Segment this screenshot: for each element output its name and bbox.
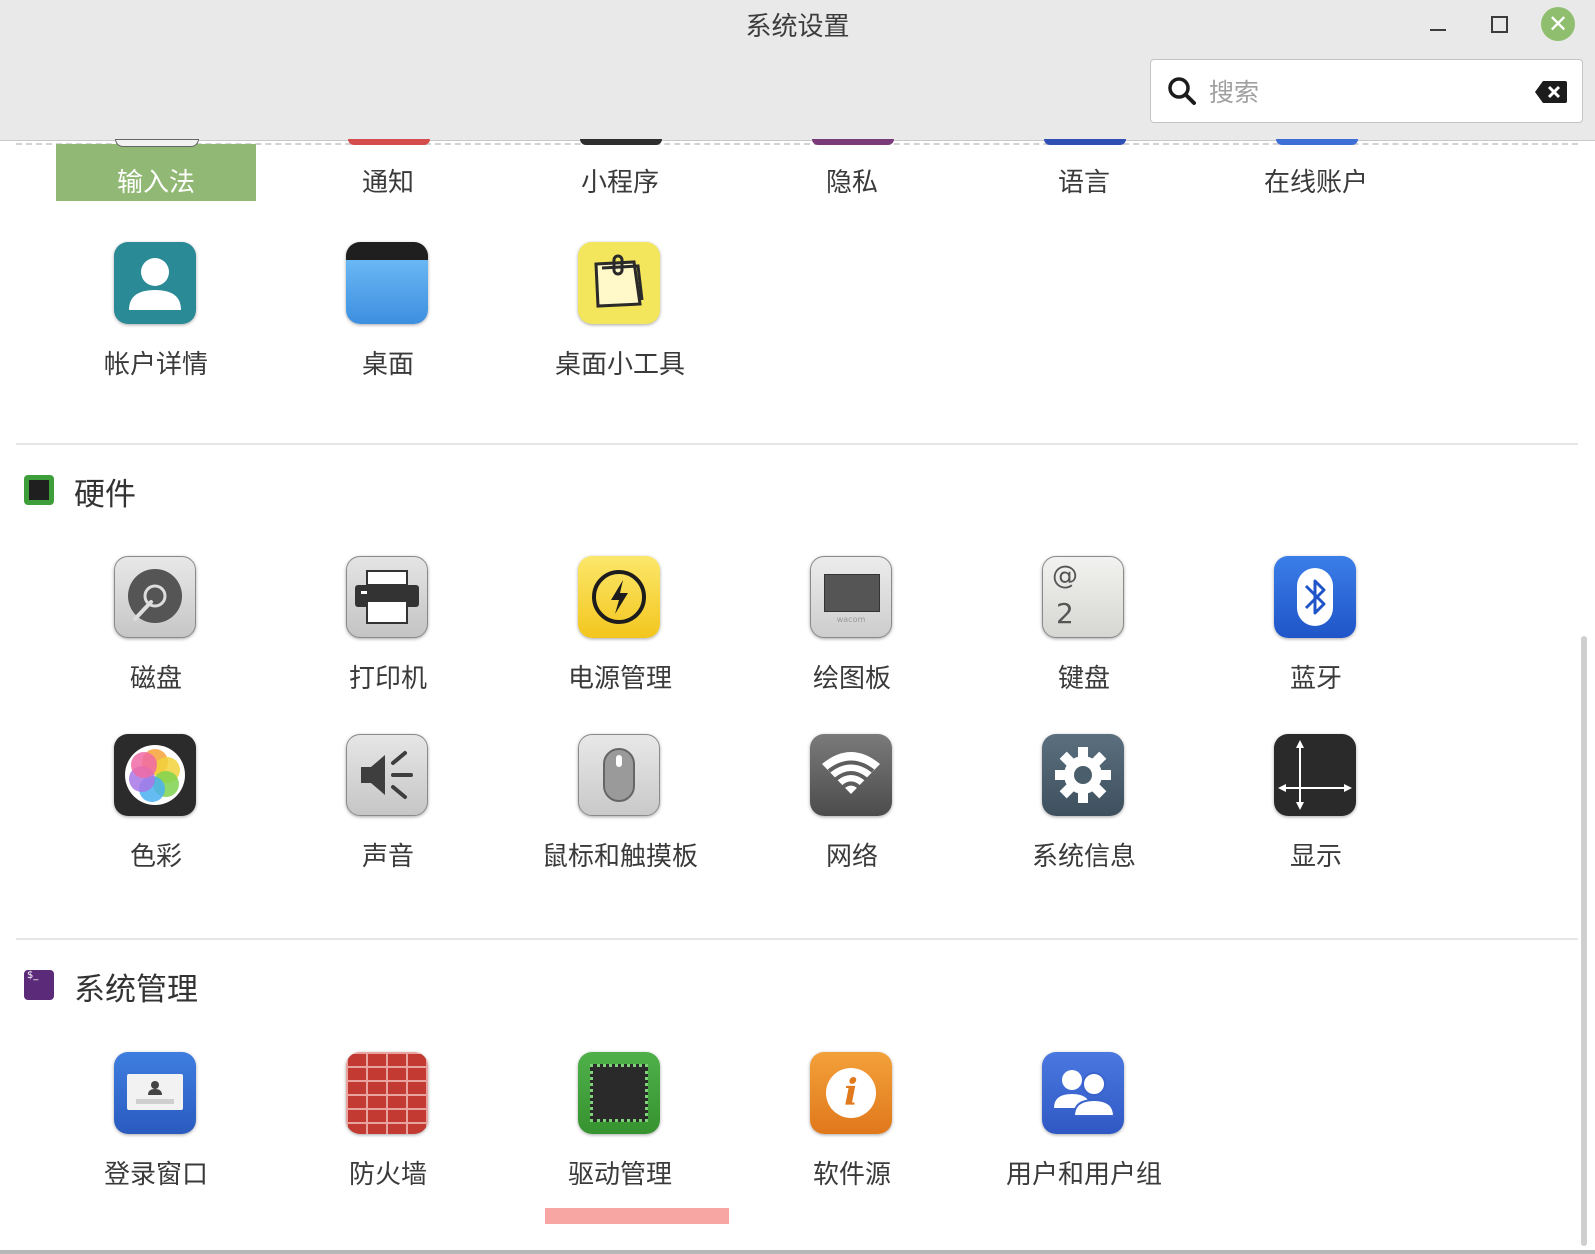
maximize-icon <box>1491 16 1508 33</box>
clear-search-icon[interactable] <box>1534 80 1568 104</box>
privacy-icon-stub <box>812 139 894 145</box>
item-printers[interactable]: 打印机 <box>283 556 493 706</box>
item-notifications[interactable]: 通知 <box>283 162 493 202</box>
gear-icon <box>1042 734 1124 816</box>
item-input-method[interactable]: 输入法 <box>51 162 261 202</box>
item-label: 打印机 <box>348 664 427 694</box>
window-title: 系统设置 <box>745 12 850 42</box>
online-accounts-icon-stub <box>1276 139 1358 145</box>
item-network[interactable]: 网络 <box>747 734 957 884</box>
network-icon <box>810 734 892 816</box>
mouse-icon <box>578 734 660 816</box>
item-label: 隐私 <box>825 168 878 198</box>
driver-icon <box>578 1052 660 1134</box>
item-label: 小程序 <box>580 168 659 198</box>
keyboard-icon: @ 2 <box>1042 556 1124 638</box>
item-driver-manager[interactable]: 驱动管理 <box>515 1052 725 1202</box>
item-power[interactable]: 电源管理 <box>515 556 725 706</box>
vertical-scrollbar[interactable] <box>1581 636 1587 1246</box>
item-label: 绘图板 <box>812 664 891 694</box>
close-icon: ✕ <box>1541 7 1575 41</box>
tablet-icon: wacom <box>810 556 892 638</box>
item-label: 电源管理 <box>567 664 672 694</box>
item-label: 登录窗口 <box>103 1160 208 1190</box>
item-languages[interactable]: 语言 <box>979 162 1189 202</box>
item-users-groups[interactable]: 用户和用户组 <box>979 1052 1189 1202</box>
item-label: 显示 <box>1289 842 1342 872</box>
item-label: 输入法 <box>116 168 195 198</box>
info-icon: i <box>810 1052 892 1134</box>
item-label: 帐户详情 <box>103 350 208 380</box>
item-sound[interactable]: 声音 <box>283 734 493 884</box>
close-button[interactable]: ✕ <box>1540 6 1576 42</box>
firewall-icon <box>346 1052 428 1134</box>
printer-icon <box>346 556 428 638</box>
item-label: 系统信息 <box>1031 842 1136 872</box>
item-label: 桌面小工具 <box>554 350 685 380</box>
section-title-hardware: 硬件 <box>74 477 136 513</box>
highlight-underline <box>545 1208 729 1224</box>
item-login-window[interactable]: 登录窗口 <box>51 1052 261 1202</box>
item-label: 驱动管理 <box>567 1160 672 1190</box>
item-desktop[interactable]: 桌面 <box>283 242 493 392</box>
item-label: 用户和用户组 <box>1005 1160 1162 1190</box>
account-icon <box>114 242 196 324</box>
item-color[interactable]: 色彩 <box>51 734 261 884</box>
chip-icon <box>24 475 54 505</box>
sound-icon <box>346 734 428 816</box>
item-online-accounts[interactable]: 在线账户 <box>1211 162 1421 202</box>
item-disks[interactable]: 磁盘 <box>51 556 261 706</box>
maximize-button[interactable] <box>1480 6 1516 42</box>
header-bar: 系统设置 ✕ <box>0 0 1595 141</box>
search-icon <box>1168 77 1196 105</box>
item-label: 在线账户 <box>1263 168 1368 198</box>
item-label: 蓝牙 <box>1289 664 1342 694</box>
users-icon <box>1042 1052 1124 1134</box>
color-icon <box>114 734 196 816</box>
login-icon <box>114 1052 196 1134</box>
minimize-button[interactable] <box>1420 6 1456 42</box>
item-system-info[interactable]: 系统信息 <box>979 734 1189 884</box>
item-desklets[interactable]: 桌面小工具 <box>515 242 725 392</box>
search-box[interactable] <box>1150 59 1583 123</box>
item-graphics-tablet[interactable]: wacom 绘图板 <box>747 556 957 706</box>
section-divider <box>16 443 1578 445</box>
bluetooth-icon <box>1274 556 1356 638</box>
item-label: 防火墙 <box>348 1160 427 1190</box>
desktop-icon <box>346 242 428 324</box>
item-bluetooth[interactable]: 蓝牙 <box>1211 556 1421 706</box>
disk-icon <box>114 556 196 638</box>
item-mouse-touchpad[interactable]: 鼠标和触摸板 <box>515 734 725 884</box>
input-method-icon-stub <box>115 139 199 147</box>
notification-icon-stub <box>348 139 430 145</box>
minimize-icon <box>1430 29 1446 31</box>
power-icon <box>578 556 660 638</box>
item-privacy[interactable]: 隐私 <box>747 162 957 202</box>
item-label: 声音 <box>361 842 414 872</box>
item-label: 软件源 <box>812 1160 891 1190</box>
desklets-icon <box>578 242 660 324</box>
item-keyboard[interactable]: @ 2 键盘 <box>979 556 1189 706</box>
item-label: 网络 <box>825 842 878 872</box>
item-label: 鼠标和触摸板 <box>541 842 698 872</box>
item-label: 键盘 <box>1057 664 1110 694</box>
search-input[interactable] <box>1207 70 1521 114</box>
item-software-sources[interactable]: i 软件源 <box>747 1052 957 1202</box>
language-icon-stub <box>1044 139 1126 145</box>
item-applets[interactable]: 小程序 <box>515 162 725 202</box>
section-divider <box>16 938 1578 940</box>
item-label: 桌面 <box>361 350 414 380</box>
item-label: 色彩 <box>129 842 182 872</box>
item-label: 磁盘 <box>129 664 182 694</box>
item-label: 语言 <box>1057 168 1110 198</box>
window-bottom-border <box>0 1250 1595 1254</box>
terminal-icon: $_ <box>24 970 54 1000</box>
item-firewall[interactable]: 防火墙 <box>283 1052 493 1202</box>
item-display[interactable]: 显示 <box>1211 734 1421 884</box>
item-label: 通知 <box>361 168 414 198</box>
applets-icon-stub <box>580 139 662 145</box>
display-icon <box>1274 734 1356 816</box>
section-title-administration: 系统管理 <box>74 972 198 1008</box>
item-account-details[interactable]: 帐户详情 <box>51 242 261 392</box>
